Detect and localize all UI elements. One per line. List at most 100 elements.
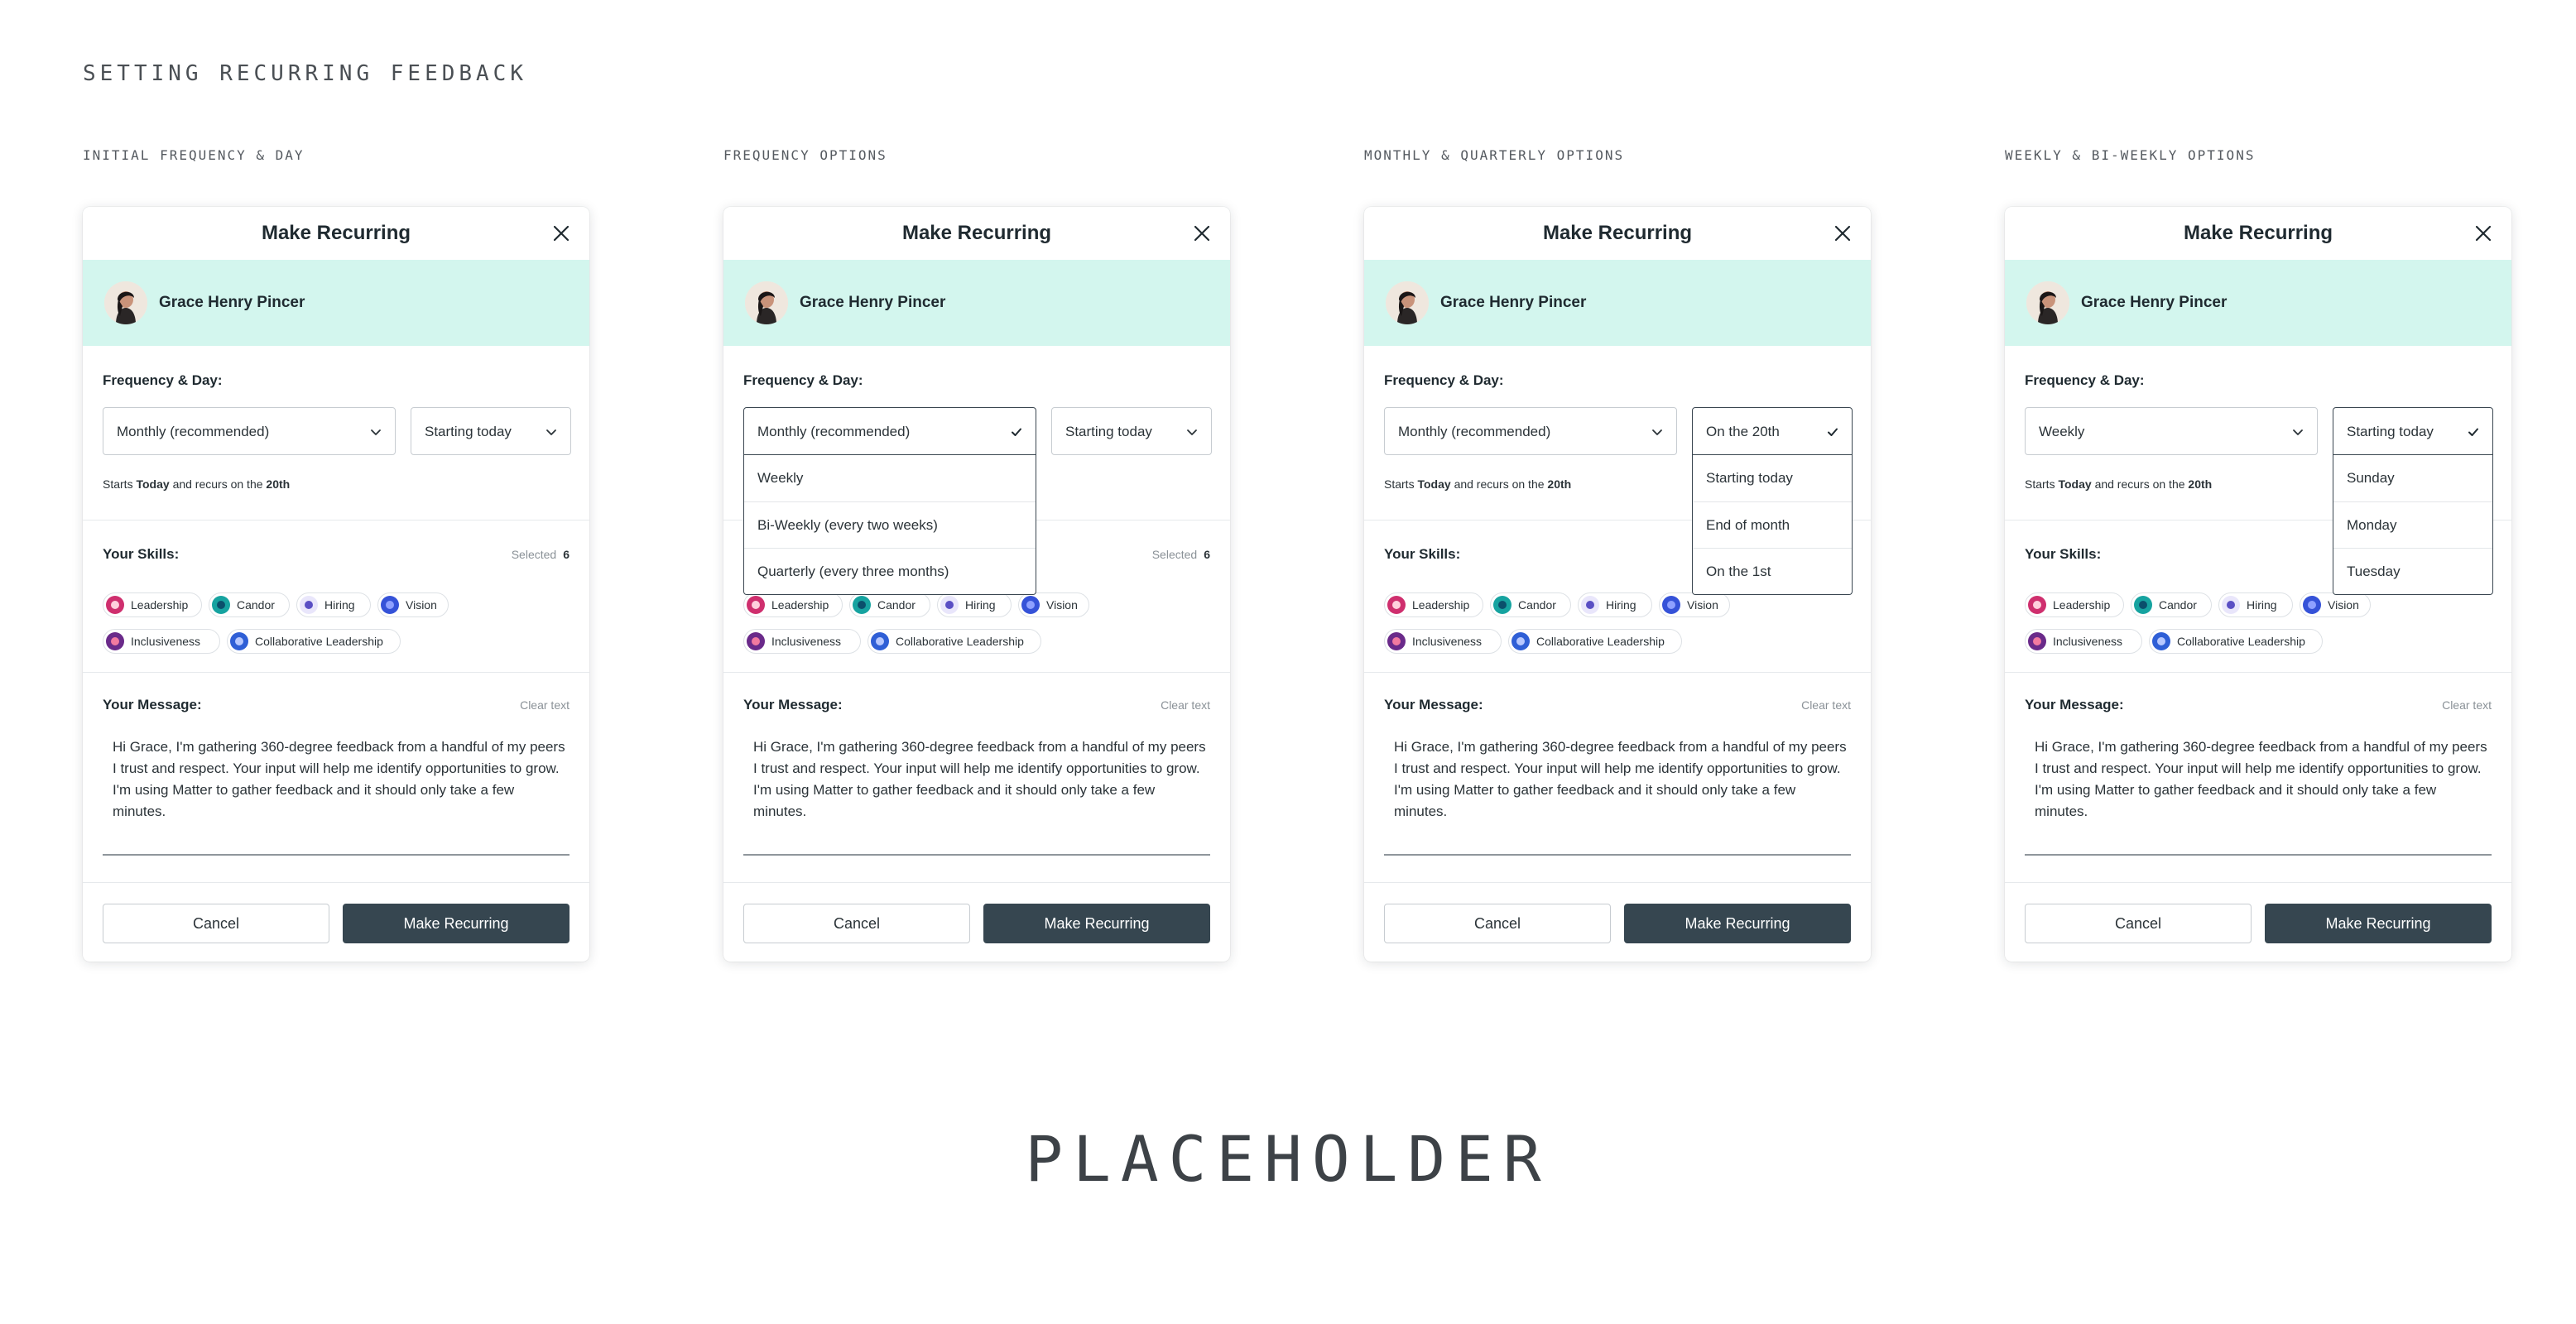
dropdown-option[interactable]: Starting today (1693, 455, 1852, 501)
skill-chip[interactable]: Candor (1490, 592, 1571, 617)
dropdown-option[interactable]: Weekly (744, 455, 1036, 501)
recipient-banner: Grace Henry Pincer (723, 260, 1230, 346)
recipient-banner: Grace Henry Pincer (83, 260, 589, 346)
frequency-options-menu: Weekly Bi-Weekly (every two weeks) Quarter… (743, 455, 1036, 595)
candor-icon (1493, 596, 1511, 614)
make-recurring-button[interactable]: Make Recurring (2265, 904, 2492, 943)
skill-chip[interactable]: Candor (849, 592, 930, 617)
clear-text-link[interactable]: Clear text (2442, 698, 2492, 712)
skill-chip[interactable]: Candor (209, 592, 290, 617)
skill-chip[interactable]: Inclusiveness (1384, 629, 1502, 654)
modal-header: Make Recurring (723, 207, 1230, 260)
close-icon (1194, 225, 1210, 242)
cancel-button[interactable]: Cancel (1384, 904, 1611, 943)
hiring-icon (300, 596, 318, 614)
day-select-value: Starting today (1065, 424, 1152, 439)
frequency-select[interactable]: Monthly (recommended) (1384, 407, 1677, 455)
cancel-button[interactable]: Cancel (103, 904, 329, 943)
make-recurring-button[interactable]: Make Recurring (343, 904, 570, 943)
chevron-down-icon (2293, 429, 2303, 435)
message-textarea[interactable]: Hi Grace, I'm gathering 360-degree feedb… (2025, 736, 2492, 819)
cancel-button[interactable]: Cancel (2025, 904, 2252, 943)
modal-title: Make Recurring (261, 222, 411, 244)
avatar (104, 281, 147, 324)
inclusiveness-icon (2028, 632, 2046, 650)
day-select[interactable]: On the 20th (1692, 407, 1853, 455)
recipient-name: Grace Henry Pincer (1440, 294, 1587, 311)
clear-text-link[interactable]: Clear text (520, 698, 570, 712)
skill-chip[interactable]: Vision (377, 592, 449, 617)
skill-chip[interactable]: Vision (2300, 592, 2371, 617)
skill-chip[interactable]: Leadership (2025, 592, 2124, 617)
close-icon (553, 225, 570, 242)
recipient-banner: Grace Henry Pincer (1364, 260, 1871, 346)
close-button[interactable] (551, 223, 571, 243)
leadership-icon (2028, 596, 2046, 614)
close-button[interactable] (1192, 223, 1212, 243)
skill-chip[interactable]: Hiring (937, 592, 1012, 617)
make-recurring-button[interactable]: Make Recurring (1624, 904, 1851, 943)
skill-chip[interactable]: Vision (1018, 592, 1089, 617)
skill-chip[interactable]: Collaborative Leadership (2149, 629, 2323, 654)
close-icon (2475, 225, 2492, 242)
frequency-select-value: Weekly (2039, 424, 2085, 439)
collaborative-leadership-icon (2152, 632, 2170, 650)
close-button[interactable] (1833, 223, 1853, 243)
make-recurring-button[interactable]: Make Recurring (983, 904, 1210, 943)
frequency-select[interactable]: Monthly (recommended) (743, 407, 1036, 455)
skill-chip-label: Vision (1046, 598, 1078, 612)
dropdown-option[interactable]: Monday (2333, 501, 2492, 548)
checkmark-icon (2468, 428, 2478, 436)
skill-chip[interactable]: Hiring (2218, 592, 2293, 617)
dropdown-option[interactable]: Quarterly (every three months) (744, 548, 1036, 594)
skill-chip-label: Candor (2159, 598, 2197, 612)
dropdown-option[interactable]: On the 1st (1693, 548, 1852, 594)
close-icon (1834, 225, 1851, 242)
frequency-select[interactable]: Weekly (2025, 407, 2318, 455)
avatar (745, 281, 788, 324)
cancel-button[interactable]: Cancel (743, 904, 970, 943)
recipient-name: Grace Henry Pincer (159, 294, 305, 311)
chevron-down-icon (546, 429, 556, 435)
dropdown-option[interactable]: Sunday (2333, 455, 2492, 501)
placeholder-text: PLACEHOLDER (1025, 1122, 1551, 1196)
skill-chip[interactable]: Collaborative Leadership (227, 629, 401, 654)
inclusiveness-icon (106, 632, 124, 650)
skill-chip[interactable]: Hiring (1578, 592, 1652, 617)
skill-chip-label: Inclusiveness (2053, 635, 2123, 648)
clear-text-link[interactable]: Clear text (1161, 698, 1210, 712)
close-button[interactable] (2473, 223, 2493, 243)
skill-chip-label: Collaborative Leadership (255, 635, 383, 648)
divider (1364, 672, 1871, 673)
skill-chip[interactable]: Hiring (296, 592, 371, 617)
day-select[interactable]: Starting today (2333, 407, 2493, 455)
dropdown-option[interactable]: Bi-Weekly (every two weeks) (744, 501, 1036, 548)
skill-chip-label: Inclusiveness (1412, 635, 1483, 648)
skill-chip[interactable]: Leadership (743, 592, 843, 617)
skill-chip[interactable]: Vision (1659, 592, 1730, 617)
skill-chip[interactable]: Inclusiveness (743, 629, 861, 654)
skill-chip[interactable]: Inclusiveness (103, 629, 220, 654)
person-avatar-icon (2026, 281, 2069, 324)
skill-chip[interactable]: Inclusiveness (2025, 629, 2142, 654)
frequency-select-value: Monthly (recommended) (1398, 424, 1551, 439)
message-textarea[interactable]: Hi Grace, I'm gathering 360-degree feedb… (743, 736, 1210, 819)
skill-chip[interactable]: Collaborative Leadership (867, 629, 1041, 654)
dropdown-option[interactable]: Tuesday (2333, 548, 2492, 594)
day-select-value: On the 20th (1706, 424, 1780, 439)
vision-icon (381, 596, 399, 614)
message-textarea[interactable]: Hi Grace, I'm gathering 360-degree feedb… (1384, 736, 1851, 819)
skill-chip[interactable]: Leadership (103, 592, 202, 617)
clear-text-link[interactable]: Clear text (1801, 698, 1851, 712)
skills-label: Your Skills: (2025, 546, 2102, 562)
skill-chip-label: Collaborative Leadership (896, 635, 1024, 648)
message-label: Your Message: (103, 697, 202, 712)
day-select[interactable]: Starting today (1051, 407, 1212, 455)
frequency-select[interactable]: Monthly (recommended) (103, 407, 396, 455)
skill-chip[interactable]: Collaborative Leadership (1508, 629, 1682, 654)
skill-chip[interactable]: Candor (2131, 592, 2212, 617)
day-select[interactable]: Starting today (411, 407, 571, 455)
message-textarea[interactable]: Hi Grace, I'm gathering 360-degree feedb… (103, 736, 570, 819)
dropdown-option[interactable]: End of month (1693, 501, 1852, 548)
skill-chip[interactable]: Leadership (1384, 592, 1483, 617)
